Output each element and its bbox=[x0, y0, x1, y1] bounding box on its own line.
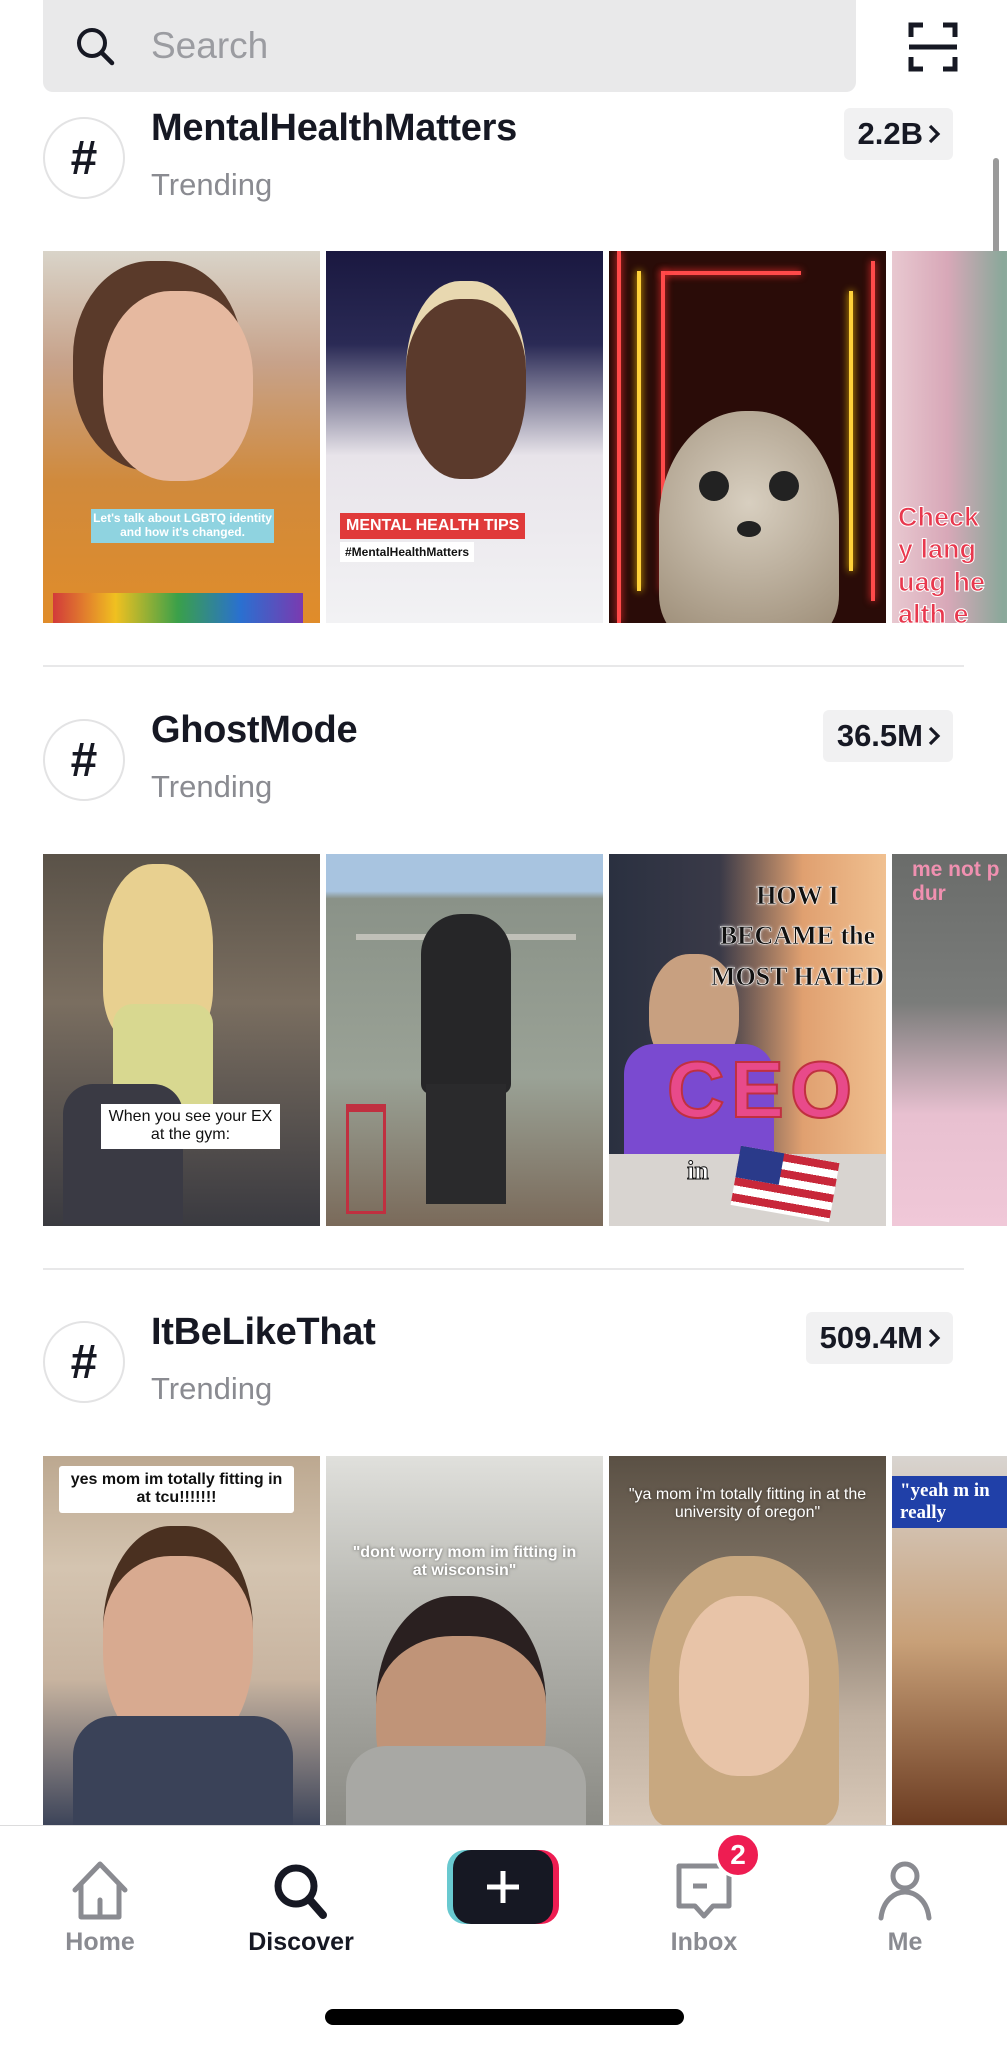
home-icon bbox=[72, 1861, 128, 1920]
plus-icon bbox=[487, 1871, 519, 1903]
hashtag-title[interactable]: GhostMode bbox=[151, 709, 358, 752]
tab-discover[interactable]: Discover bbox=[226, 1844, 376, 1956]
video-thumbnail-row: When you see your EX at the gym: HOW I B… bbox=[43, 854, 1007, 1226]
thumbnail-caption: me not p dur bbox=[912, 858, 1000, 906]
notification-badge: 2 bbox=[715, 1832, 761, 1878]
hashtag-subtitle: Trending bbox=[151, 167, 273, 202]
scan-qr-icon bbox=[908, 22, 958, 72]
thumbnail-caption: "ya mom i'm totally fitting in at the un… bbox=[628, 1486, 867, 1522]
thumbnail-caption-secondary: #MentalHealthMatters bbox=[340, 542, 475, 562]
thumbnail-caption: Let's talk about LGBTQ identity and how … bbox=[91, 509, 274, 543]
tab-me[interactable]: Me bbox=[830, 1844, 980, 1956]
hashtag-title[interactable]: MentalHealthMatters bbox=[151, 107, 517, 150]
video-thumbnail[interactable]: MENTAL HEALTH TIPS #MentalHealthMatters bbox=[326, 251, 603, 623]
video-thumbnail[interactable] bbox=[326, 854, 603, 1226]
search-input[interactable] bbox=[149, 15, 833, 77]
view-count-button[interactable]: 2.2B bbox=[843, 108, 953, 160]
section-divider bbox=[43, 1268, 964, 1270]
video-thumbnail[interactable]: HOW I BECAME the MOST HATED CEO in bbox=[609, 854, 886, 1226]
video-thumbnail[interactable]: yes mom im totally fitting in at tcu!!!!… bbox=[43, 1456, 320, 1825]
video-thumbnail[interactable]: Let's talk about LGBTQ identity and how … bbox=[43, 251, 320, 623]
video-thumbnail[interactable]: "ya mom i'm totally fitting in at the un… bbox=[609, 1456, 886, 1825]
search-icon bbox=[274, 1864, 327, 1919]
thumbnail-caption: "dont worry mom im fitting in at wiscons… bbox=[352, 1544, 577, 1580]
scan-button[interactable] bbox=[900, 14, 966, 80]
thumbnail-caption: "yeah m in really bbox=[892, 1476, 1007, 1528]
view-count: 509.4M bbox=[819, 1320, 923, 1355]
video-thumbnail[interactable]: "dont worry mom im fitting in at wiscons… bbox=[326, 1456, 603, 1825]
view-count-button[interactable]: 509.4M bbox=[805, 1312, 953, 1364]
hashtag-title[interactable]: ItBeLikeThat bbox=[151, 1311, 376, 1354]
tab-inbox[interactable]: 2 Inbox bbox=[629, 1832, 779, 1956]
view-count: 36.5M bbox=[836, 718, 923, 753]
thumbnail-caption: Check y languag health e bbox=[898, 502, 986, 623]
thumbnail-caption-tertiary: in bbox=[687, 1156, 710, 1186]
create-video-button[interactable] bbox=[447, 1850, 559, 1924]
tab-label: Discover bbox=[248, 1928, 354, 1956]
search-bar[interactable] bbox=[43, 0, 856, 92]
thumbnail-caption-secondary: CEO bbox=[666, 1044, 859, 1135]
hashtag-subtitle: Trending bbox=[151, 769, 273, 804]
view-count: 2.2B bbox=[857, 116, 923, 151]
video-thumbnail-row: yes mom im totally fitting in at tcu!!!!… bbox=[43, 1456, 1007, 1825]
tab-label: Home bbox=[65, 1928, 135, 1956]
hashtag-icon: # bbox=[43, 1321, 125, 1403]
video-thumbnail[interactable]: "yeah m in really bbox=[892, 1456, 1007, 1825]
hashtag-icon: # bbox=[43, 117, 125, 199]
video-thumbnail[interactable]: When you see your EX at the gym: bbox=[43, 854, 320, 1226]
tab-label: Inbox bbox=[670, 1928, 738, 1956]
video-thumbnail[interactable] bbox=[609, 251, 886, 623]
video-thumbnail-row: Let's talk about LGBTQ identity and how … bbox=[43, 251, 1007, 623]
profile-icon bbox=[878, 1861, 932, 1921]
tab-label: Me bbox=[887, 1928, 923, 1956]
chevron-right-icon bbox=[928, 726, 941, 746]
chevron-right-icon bbox=[928, 124, 941, 144]
video-thumbnail[interactable]: Check y languag health e bbox=[892, 251, 1007, 623]
view-count-button[interactable]: 36.5M bbox=[822, 710, 953, 762]
thumbnail-caption: MENTAL HEALTH TIPS bbox=[340, 513, 526, 539]
thumbnail-caption: HOW I BECAME the MOST HATED bbox=[710, 881, 885, 991]
home-indicator[interactable] bbox=[325, 2009, 684, 2025]
hashtag-subtitle: Trending bbox=[151, 1371, 273, 1406]
chevron-right-icon bbox=[928, 1328, 941, 1348]
search-icon bbox=[77, 28, 115, 66]
tab-home[interactable]: Home bbox=[25, 1844, 175, 1956]
thumbnail-caption: When you see your EX at the gym: bbox=[101, 1104, 280, 1149]
section-divider bbox=[43, 665, 964, 667]
video-thumbnail[interactable]: me not p dur bbox=[892, 854, 1007, 1226]
hashtag-icon: # bbox=[43, 719, 125, 801]
thumbnail-caption: yes mom im totally fitting in at tcu!!!!… bbox=[59, 1466, 294, 1513]
